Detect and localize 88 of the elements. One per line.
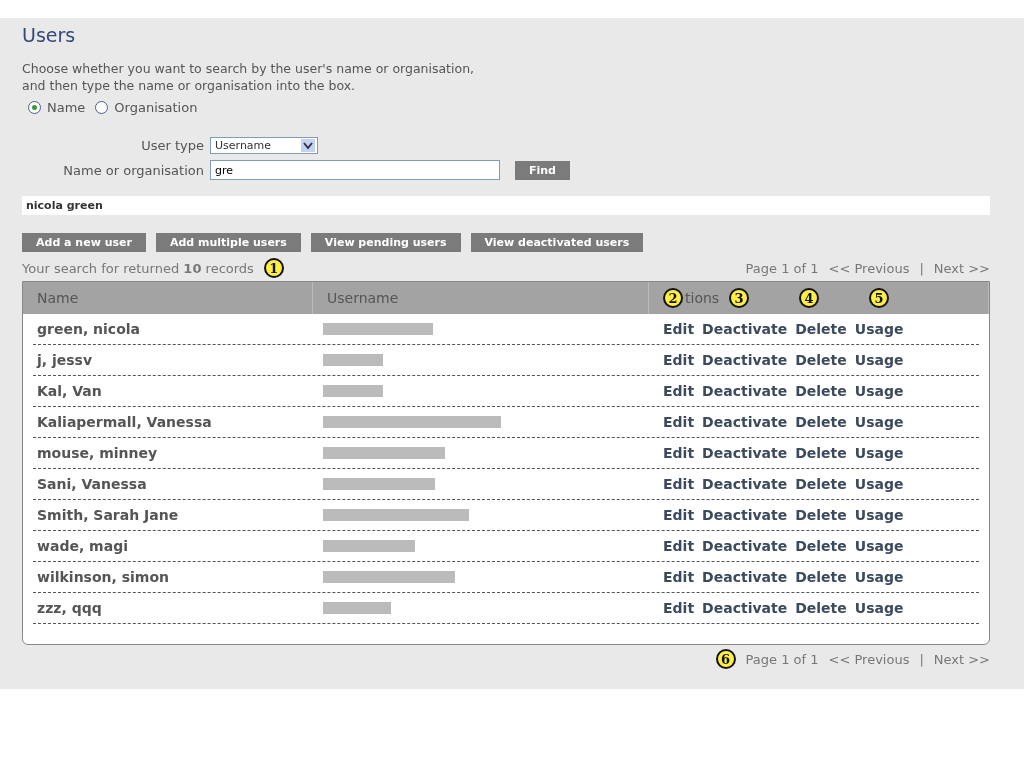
redacted-username [323,602,391,614]
row-action-link[interactable]: Usage [854,600,904,616]
row-action-link[interactable]: Usage [854,383,904,399]
row-action-link[interactable]: Delete [795,507,847,523]
row-action-link[interactable]: Usage [854,445,904,461]
name-cell-text: Smith, Sarah Jane [36,507,180,523]
name-cell-text: wilkinson, simon [36,569,171,585]
row-action-link[interactable]: Deactivate [702,414,788,430]
name-cell-text: Kal, Van [36,383,103,399]
callout-marker: 1 [263,258,284,278]
row-action-link[interactable]: Deactivate [702,352,788,368]
row-action-link[interactable]: Delete [795,445,847,461]
callout-marker: 6 [715,649,736,669]
pager-separator: | [919,260,924,276]
name-cell-text: Kaliapermall, Vanessa [36,414,213,430]
row-action-link[interactable]: Delete [795,414,847,430]
column-header: Name [37,290,79,306]
row-action-link[interactable]: Usage [854,414,904,430]
row-action-link[interactable]: Usage [854,352,904,368]
callout-marker: 4 [799,288,820,308]
name-cell-text: j, jessv [35,352,94,368]
row-action-link[interactable]: Delete [795,600,847,616]
row-action-link[interactable]: Delete [795,476,847,492]
page-indicator: Page 1 of 1 [745,260,819,276]
row-action-link[interactable]: Deactivate [702,383,788,399]
name-input-field[interactable]: gre [210,160,500,180]
next-link[interactable]: Next >> [933,651,990,667]
redacted-username [323,385,383,397]
row-action-link[interactable]: Usage [854,569,904,585]
name-cell-text: wade, magi [36,538,129,554]
row-action-link[interactable]: Delete [795,352,847,368]
action-button[interactable]: Add a new user [22,233,146,252]
name-cell-text: green, nicola [36,321,141,337]
callout-marker: 3 [729,288,750,308]
row-action-link[interactable]: Edit [663,476,695,492]
row-action-link[interactable]: Deactivate [702,321,788,337]
name-cell-text: zzz, qqq [36,600,103,616]
row-action-link[interactable]: Delete [795,538,847,554]
row-action-link[interactable]: Edit [663,321,695,337]
row-action-link[interactable]: Usage [854,321,904,337]
action-button[interactable]: View deactivated users [470,233,644,252]
redacted-username [323,354,383,366]
field-label: Name or organisation [62,162,205,178]
field-label: User type [140,138,205,153]
name-cell-text: Sani, Vanessa [36,476,148,492]
row-action-link[interactable]: Delete [795,569,847,585]
callout-marker: 2 [663,288,683,308]
radio-label: Name [47,100,86,115]
page-indicator: Page 1 of 1 [745,651,819,667]
row-action-link[interactable]: Edit [663,445,695,461]
row-action-link[interactable]: Edit [663,414,695,430]
column-header: Username [327,290,399,306]
next-link[interactable]: Next >> [933,260,990,276]
row-action-link[interactable]: Usage [854,538,904,554]
user-type-dropdown[interactable]: Username [210,137,318,154]
row-action-link[interactable]: Deactivate [702,476,788,492]
column-header: tions [685,290,720,306]
radio-label: Organisation [114,100,198,115]
row-action-link[interactable]: Delete [795,321,847,337]
action-button[interactable]: View pending users [310,233,461,252]
instructions-text: Choose whether you want to search by the user's name or organisation, and then type the name or organisation into the box. [22,60,476,94]
radio-button[interactable] [28,101,41,114]
row-action-link[interactable]: Delete [795,383,847,399]
page-title: Users [22,24,77,46]
previous-link[interactable]: << Previous [828,260,910,276]
find-button[interactable]: Find [515,160,570,180]
row-action-link[interactable]: Usage [854,476,904,492]
row-action-link[interactable]: Edit [663,507,695,523]
action-button[interactable]: Add multiple users [155,233,301,252]
row-action-link[interactable]: Usage [854,507,904,523]
row-action-link[interactable]: Edit [663,538,695,554]
dropdown-arrow-icon [301,139,315,152]
name-cell-text: mouse, minney [36,445,159,461]
suggestion-item[interactable]: nicola green [22,196,990,215]
row-action-link[interactable]: Deactivate [702,507,788,523]
row-action-link[interactable]: Deactivate [702,538,788,554]
row-action-link[interactable]: Deactivate [702,600,788,616]
row-action-link[interactable]: Deactivate [702,445,788,461]
row-action-link[interactable]: Deactivate [702,569,788,585]
row-action-link[interactable]: Edit [663,600,695,616]
row-action-link[interactable]: Edit [663,383,695,399]
pager-separator: | [919,651,924,667]
result-summary: Your search for returned 10 records [22,260,254,276]
radio-button[interactable] [95,101,109,114]
callout-marker: 5 [869,288,890,308]
row-action-link[interactable]: Edit [663,352,695,368]
previous-link[interactable]: << Previous [828,651,910,667]
row-action-link[interactable]: Edit [663,569,695,585]
